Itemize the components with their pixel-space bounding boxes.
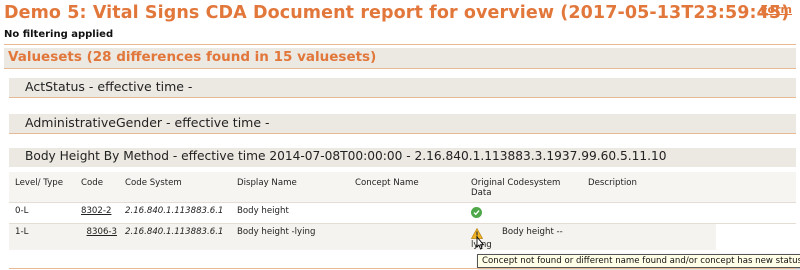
table-bottom-divider [9,268,796,269]
table-row: 1-L 8306-3 2.16.840.1.113883.6.1 Body he… [9,222,796,250]
table-header-row: Level/ Type Code Code System Display Nam… [9,172,796,202]
differences-table: Level/ Type Code Code System Display Nam… [9,172,796,250]
cell-description [582,201,796,223]
valuesets-section-header[interactable]: Valuesets (28 differences found in 15 va… [4,48,796,69]
cell-code-system: 2.16.840.1.113883.6.1 [119,201,231,223]
cell-display-name: Body height -lying [231,222,349,250]
cell-level: 0-L [9,201,75,223]
page-title: Demo 5: Vital Signs CDA Document report … [4,3,790,23]
valueset-header-label: ActStatus - effective time - [9,78,796,97]
cell-code-system: 2.16.840.1.113883.6.1 [119,222,231,250]
table-row: 0-L 8302-2 2.16.840.1.113883.6.1 Body he… [9,201,796,223]
col-code-system: Code System [119,172,231,202]
code-link[interactable]: 8302-2 [81,206,111,216]
cell-original-data [465,201,582,223]
col-description: Description [582,172,796,202]
valueset-actstatus[interactable]: ActStatus - effective time - [9,78,796,98]
form-link[interactable]: Form [760,3,792,16]
tooltip: Concept not found or different name foun… [477,254,800,268]
title-divider [4,44,796,45]
cell-display-name: Body height [231,201,349,223]
col-code: Code [75,172,119,202]
check-circle-icon [471,206,482,218]
col-level-type: Level/ Type [9,172,75,202]
col-concept-name: Concept Name [349,172,465,202]
col-display-name: Display Name [231,172,349,202]
valueset-header-label: Body Height By Method - effective time 2… [9,148,796,167]
filter-note: No filtering applied [4,29,114,40]
cell-concept-name [349,222,465,250]
code-link[interactable]: 8306-3 [87,227,117,237]
cell-concept-name [349,201,465,223]
cell-description: Body height -- [502,222,716,250]
cell-level: 1-L [9,222,75,250]
valueset-header-label: AdministrativeGender - effective time - [9,114,796,133]
col-original-codesystem-data: Original Codesystem Data [465,172,582,202]
valueset-administrativegender[interactable]: AdministrativeGender - effective time - [9,114,796,134]
mouse-pointer-icon [474,235,486,256]
valueset-body-height-by-method[interactable]: Body Height By Method - effective time 2… [9,148,796,167]
